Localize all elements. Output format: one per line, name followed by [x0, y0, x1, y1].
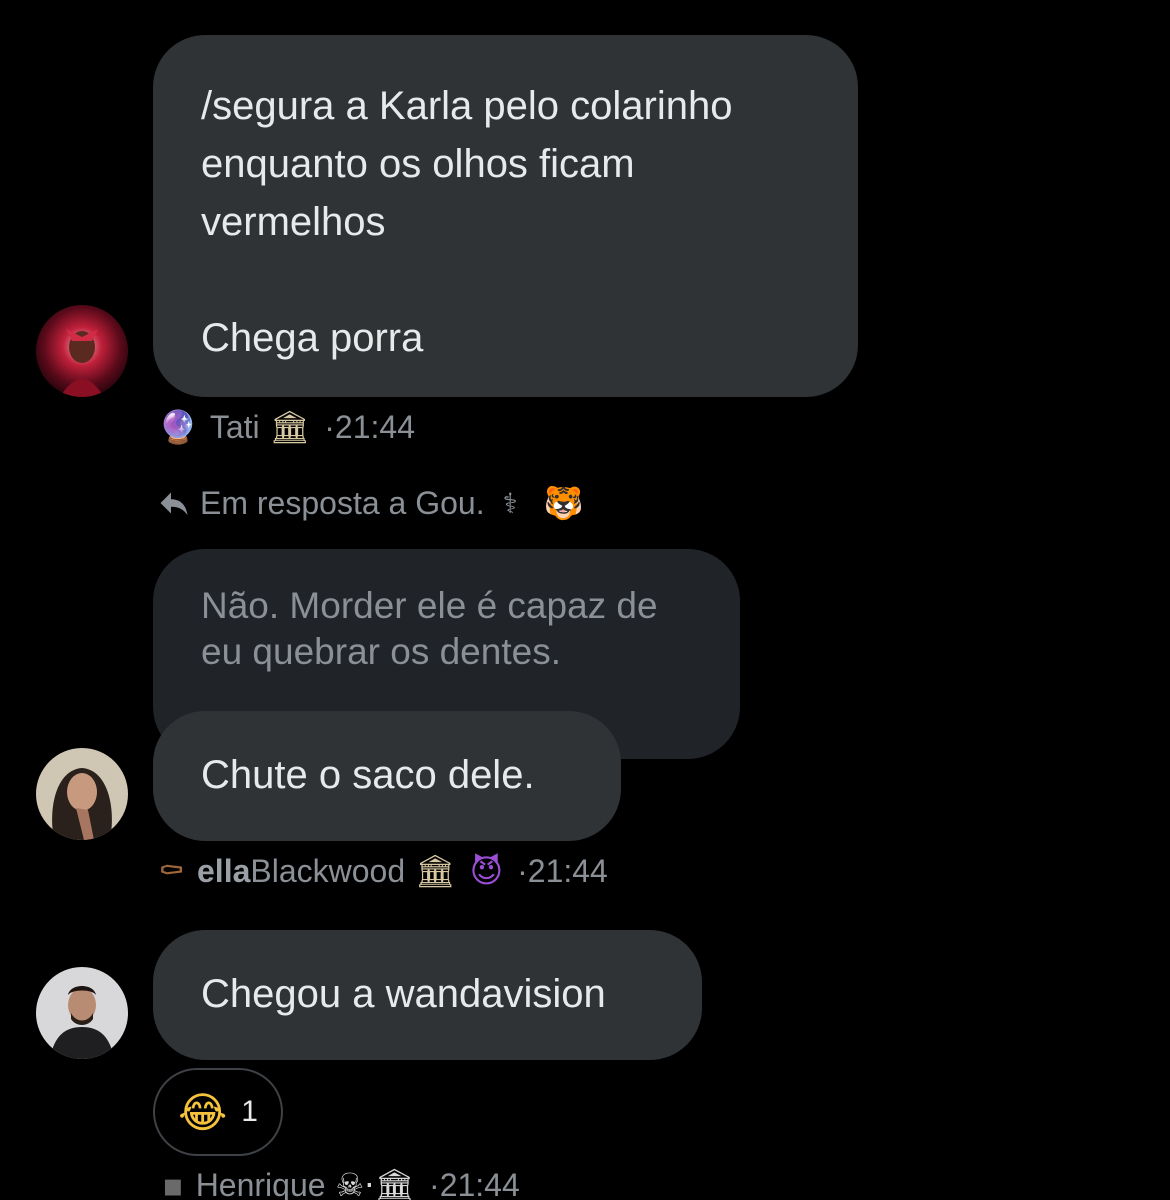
sender-name[interactable]: Tati — [210, 409, 260, 446]
smiling-devil-icon: 😈 — [469, 852, 504, 890]
message-bubble[interactable]: /segura a Karla pelo colarinho enquanto … — [153, 35, 858, 397]
classical-building-icon: 🏛 — [415, 852, 456, 890]
message-meta: 🔮 Tati 🏛 ·21:44 — [158, 408, 415, 446]
message-meta: ▪ Henrique ☠·🏛 ·21:44 — [162, 1166, 520, 1200]
reply-header[interactable]: Em resposta a Gou. ⚕ 🐯 — [156, 484, 584, 522]
classical-building-icon: 🏛 — [269, 408, 311, 446]
reaction-pill[interactable]: 😂 1 — [153, 1068, 283, 1156]
message-time: ·21:44 — [517, 852, 608, 889]
sender-name[interactable]: Henrique — [196, 1167, 326, 1200]
avatar-ella[interactable] — [36, 748, 128, 840]
tears-of-joy-icon: 😂 — [178, 1087, 228, 1137]
crystal-ball-icon: 🔮 — [158, 408, 198, 446]
message-text: /segura a Karla pelo colarinho enquanto … — [201, 84, 733, 360]
quoted-text: Não. Morder ele é capaz de eu quebrar os… — [201, 585, 658, 672]
message-text: Chegou a wandavision — [201, 972, 606, 1016]
message-time: ·21:44 — [429, 1166, 520, 1200]
chat-screen: /segura a Karla pelo colarinho enquanto … — [0, 0, 1170, 1200]
sender-name[interactable]: ellaBlackwood — [197, 853, 405, 890]
skull-crossbones-icon: ☠·🏛 — [335, 1166, 416, 1200]
message-time: ·21:44 — [324, 408, 415, 445]
reply-arrow-icon — [160, 492, 188, 515]
sender-name-bold: ella — [197, 852, 251, 889]
message-text: Chute o saco dele. — [201, 753, 535, 797]
coffin-icon: ⚰ — [158, 852, 185, 890]
staff-of-aesculapius-icon: ⚕ — [502, 486, 518, 520]
avatar-tati[interactable] — [36, 305, 128, 397]
reply-label: Em resposta a Gou. — [200, 484, 485, 521]
reaction-count: 1 — [241, 1095, 258, 1128]
black-square-icon: ▪ — [162, 1166, 184, 1200]
avatar-henrique[interactable] — [36, 967, 128, 1059]
message-meta: ⚰ ellaBlackwood 🏛 😈 ·21:44 — [158, 852, 608, 890]
message-bubble[interactable]: Chute o saco dele. — [153, 711, 621, 841]
message-bubble[interactable]: Chegou a wandavision — [153, 930, 702, 1060]
sender-name-rest: Blackwood — [250, 852, 406, 889]
tiger-face-icon: 🐯 — [543, 484, 584, 522]
